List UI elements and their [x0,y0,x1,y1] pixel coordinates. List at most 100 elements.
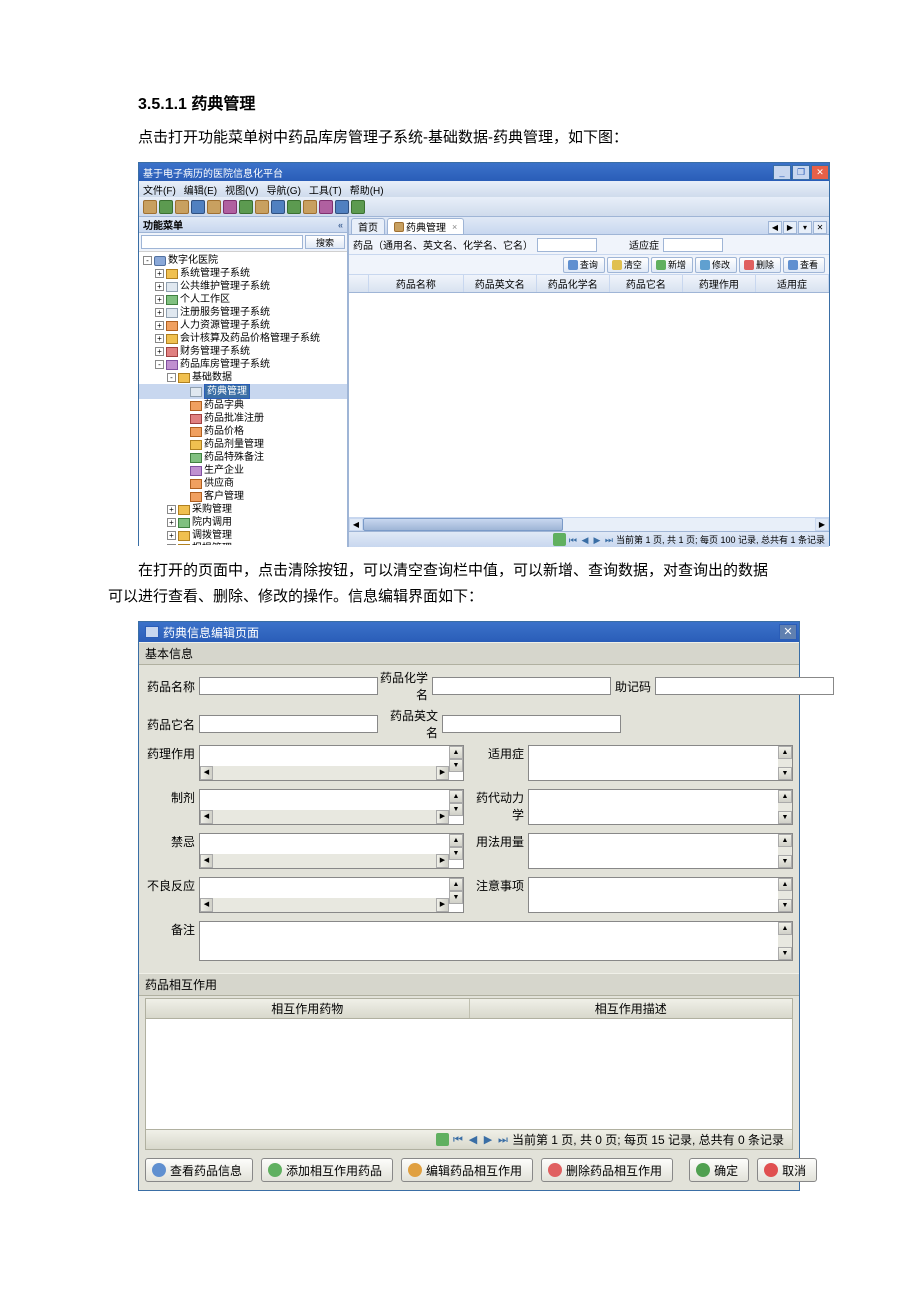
menu-file[interactable]: 文件(F) [143,182,176,197]
textarea-kinetic[interactable] [528,789,793,825]
scrollbar-v[interactable]: ▲▼ [778,922,792,960]
toolbar-icon[interactable] [335,200,349,214]
expand-icon[interactable]: + [167,505,176,514]
filter-input-name[interactable] [537,238,597,252]
tree-node[interactable]: +会计核算及药品价格管理子系统 [139,332,347,345]
view-button[interactable]: 查看 [783,257,825,273]
first-page-icon[interactable]: ⏮ [568,535,578,545]
expand-icon[interactable]: + [167,544,176,545]
inter-col-drug[interactable]: 相互作用药物 [146,999,470,1018]
expand-icon[interactable]: + [155,269,164,278]
tab-next-button[interactable]: ▶ [783,221,797,234]
tree-node[interactable]: 药典管理 [139,384,347,399]
dialog-close-button[interactable]: ✕ [779,624,797,640]
scrollbar-v[interactable]: ▲▼ [449,834,463,854]
search-button[interactable]: 查询 [563,257,605,273]
toolbar-icon[interactable] [351,200,365,214]
add-interaction-button[interactable]: 添加相互作用药品 [261,1158,393,1182]
tab-close-all-button[interactable]: ✕ [813,221,827,234]
tree-node[interactable]: +个人工作区 [139,293,347,306]
expand-icon[interactable]: + [167,518,176,527]
filter-input-indication[interactable] [663,238,723,252]
scrollbar-v[interactable]: ▲▼ [449,746,463,766]
view-drug-info-button[interactable]: 查看药品信息 [145,1158,253,1182]
tree-node[interactable]: +公共维护管理子系统 [139,280,347,293]
expand-icon[interactable]: + [155,295,164,304]
cancel-button[interactable]: 取消 [757,1158,817,1182]
textarea-remark[interactable] [199,921,793,961]
menu-view[interactable]: 视图(V) [225,182,258,197]
function-tree[interactable]: -数字化医院+系统管理子系统+公共维护管理子系统+个人工作区+注册服务管理子系统… [139,251,347,547]
input-code[interactable] [655,677,834,695]
inter-col-desc[interactable]: 相互作用描述 [470,999,793,1018]
textarea-dosage[interactable] [528,833,793,869]
tree-node[interactable]: 生产企业 [139,464,347,477]
grid-col[interactable]: 药品名称 [369,275,464,292]
tree-node[interactable]: +财务管理子系统 [139,345,347,358]
menu-edit[interactable]: 编辑(E) [184,182,217,197]
tree-node[interactable]: +报损管理 [139,542,347,545]
toolbar-icon[interactable] [239,200,253,214]
refresh-icon[interactable] [553,533,566,546]
tree-search-button[interactable]: 搜索 [305,235,345,249]
scrollbar-h[interactable]: ◀▶ [200,854,449,868]
delete-interaction-button[interactable]: 删除药品相互作用 [541,1158,673,1182]
menu-help[interactable]: 帮助(H) [350,182,384,197]
tab-list-button[interactable]: ▾ [798,221,812,234]
textarea-caution[interactable] [528,877,793,913]
grid-col[interactable]: 适用症 [756,275,829,292]
first-page-icon[interactable]: ⏮ [452,1134,464,1146]
interaction-grid-body[interactable] [146,1019,792,1129]
expand-icon[interactable]: - [155,360,164,369]
input-drug-name[interactable] [199,677,378,695]
toolbar-icon[interactable] [175,200,189,214]
minimize-button[interactable]: _ [773,165,791,180]
expand-icon[interactable]: + [155,308,164,317]
scrollbar-v[interactable]: ▲▼ [449,878,463,898]
next-page-icon[interactable]: ▶ [482,1134,494,1146]
toolbar-icon[interactable] [143,200,157,214]
next-page-icon[interactable]: ▶ [592,535,602,545]
toolbar-icon[interactable] [207,200,221,214]
toolbar-icon[interactable] [303,200,317,214]
scrollbar-v[interactable]: ▲▼ [778,790,792,824]
tree-node[interactable]: 药品价格 [139,425,347,438]
close-button[interactable]: ✕ [811,165,829,180]
expand-icon[interactable]: + [167,531,176,540]
toolbar-icon[interactable] [271,200,285,214]
tree-node[interactable]: -数字化医院 [139,254,347,267]
grid-col[interactable]: 药理作用 [683,275,756,292]
clear-button[interactable]: 清空 [607,257,649,273]
tab-close-icon[interactable]: × [452,222,457,232]
tree-node[interactable]: 药品字典 [139,399,347,412]
last-page-icon[interactable]: ⏭ [497,1134,509,1146]
grid-col[interactable]: 药品化学名 [537,275,610,292]
tree-node[interactable]: -基础数据 [139,371,347,384]
toolbar-icon[interactable] [287,200,301,214]
prev-page-icon[interactable]: ◀ [580,535,590,545]
input-chem-name[interactable] [432,677,611,695]
input-other-name[interactable] [199,715,378,733]
tree-node[interactable]: +人力资源管理子系统 [139,319,347,332]
scrollbar-v[interactable]: ▲▼ [778,834,792,868]
expand-icon[interactable]: + [155,334,164,343]
tree-node[interactable]: 药品特殊备注 [139,451,347,464]
edit-interaction-button[interactable]: 编辑药品相互作用 [401,1158,533,1182]
tree-node[interactable]: -药品库房管理子系统 [139,358,347,371]
grid-body[interactable]: ◀ ▶ [349,293,829,531]
scrollbar-v[interactable]: ▲▼ [449,790,463,810]
refresh-icon[interactable] [436,1133,449,1146]
expand-icon[interactable]: + [155,347,164,356]
tree-search-input[interactable] [141,235,303,249]
prev-page-icon[interactable]: ◀ [467,1134,479,1146]
tab-prev-button[interactable]: ◀ [768,221,782,234]
scrollbar-v[interactable]: ▲▼ [778,746,792,780]
tree-node[interactable]: +调拨管理 [139,529,347,542]
tree-node[interactable]: +系统管理子系统 [139,267,347,280]
tree-node[interactable]: 药品批准注册 [139,412,347,425]
scrollbar-h[interactable]: ◀▶ [200,898,449,912]
menu-tools[interactable]: 工具(T) [309,182,342,197]
expand-icon[interactable]: + [155,321,164,330]
tab-active[interactable]: 药典管理 × [387,218,464,234]
last-page-icon[interactable]: ⏭ [604,535,614,545]
